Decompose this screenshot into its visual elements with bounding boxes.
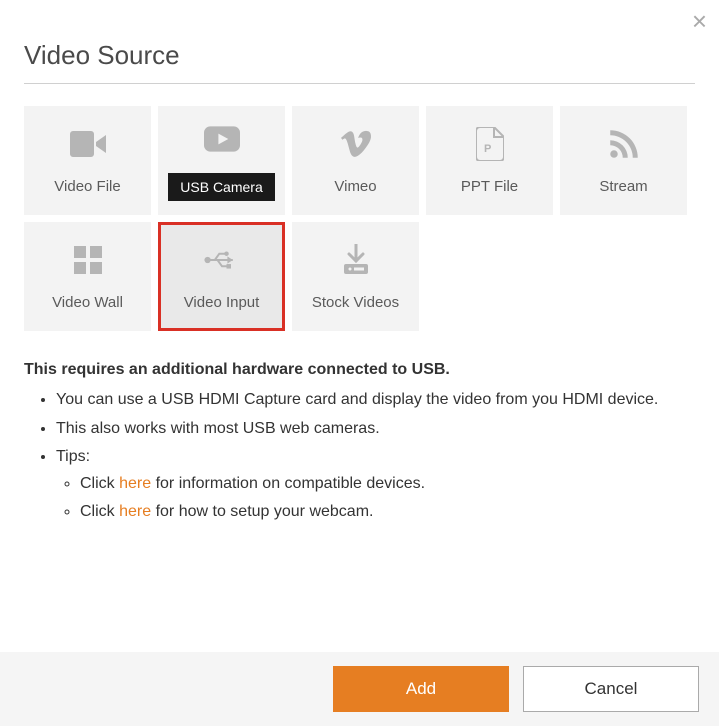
modal-title: Video Source [24, 40, 695, 84]
tile-label: USB Camera [168, 173, 274, 201]
download-icon [338, 242, 374, 278]
tile-ppt-file[interactable]: P PPT File [426, 106, 553, 215]
svg-text:P: P [484, 143, 491, 155]
modal-footer: Add Cancel [0, 652, 719, 726]
tile-usb-camera[interactable]: USB Camera [158, 106, 285, 215]
tile-label: Video Input [184, 294, 260, 311]
description-item: Tips: Click here for information on comp… [56, 444, 695, 525]
description-subitem: Click here for how to setup your webcam. [80, 499, 695, 525]
description-item: You can use a USB HDMI Capture card and … [56, 387, 695, 413]
webcam-setup-link[interactable]: here [119, 503, 151, 520]
tile-video-file[interactable]: Video File [24, 106, 151, 215]
tile-stock-videos[interactable]: Stock Videos [292, 222, 419, 331]
tile-video-input[interactable]: Video Input [158, 222, 285, 331]
tile-label: PPT File [461, 178, 518, 195]
description-subitem: Click here for information on compatible… [80, 471, 695, 497]
grid-icon [70, 242, 106, 278]
description-block: This requires an additional hardware con… [24, 357, 695, 525]
tile-label: Stream [599, 178, 647, 195]
cancel-button[interactable]: Cancel [523, 666, 699, 712]
description-item: This also works with most USB web camera… [56, 416, 695, 442]
tile-label: Stock Videos [312, 294, 399, 311]
youtube-play-icon [204, 121, 240, 157]
tile-vimeo[interactable]: Vimeo [292, 106, 419, 215]
video-camera-icon [70, 126, 106, 162]
close-button[interactable]: × [692, 8, 707, 34]
usb-icon [204, 242, 240, 278]
tile-label: Video Wall [52, 294, 123, 311]
rss-icon [606, 126, 642, 162]
source-grid: Video File USB Camera Vimeo P [24, 106, 695, 331]
tile-label: Video File [54, 178, 120, 195]
tile-video-wall[interactable]: Video Wall [24, 222, 151, 331]
add-button[interactable]: Add [333, 666, 509, 712]
vimeo-icon [338, 126, 374, 162]
description-heading: This requires an additional hardware con… [24, 357, 695, 383]
tile-stream[interactable]: Stream [560, 106, 687, 215]
compatible-devices-link[interactable]: here [119, 475, 151, 492]
tile-label: Vimeo [334, 178, 376, 195]
ppt-file-icon: P [472, 126, 508, 162]
